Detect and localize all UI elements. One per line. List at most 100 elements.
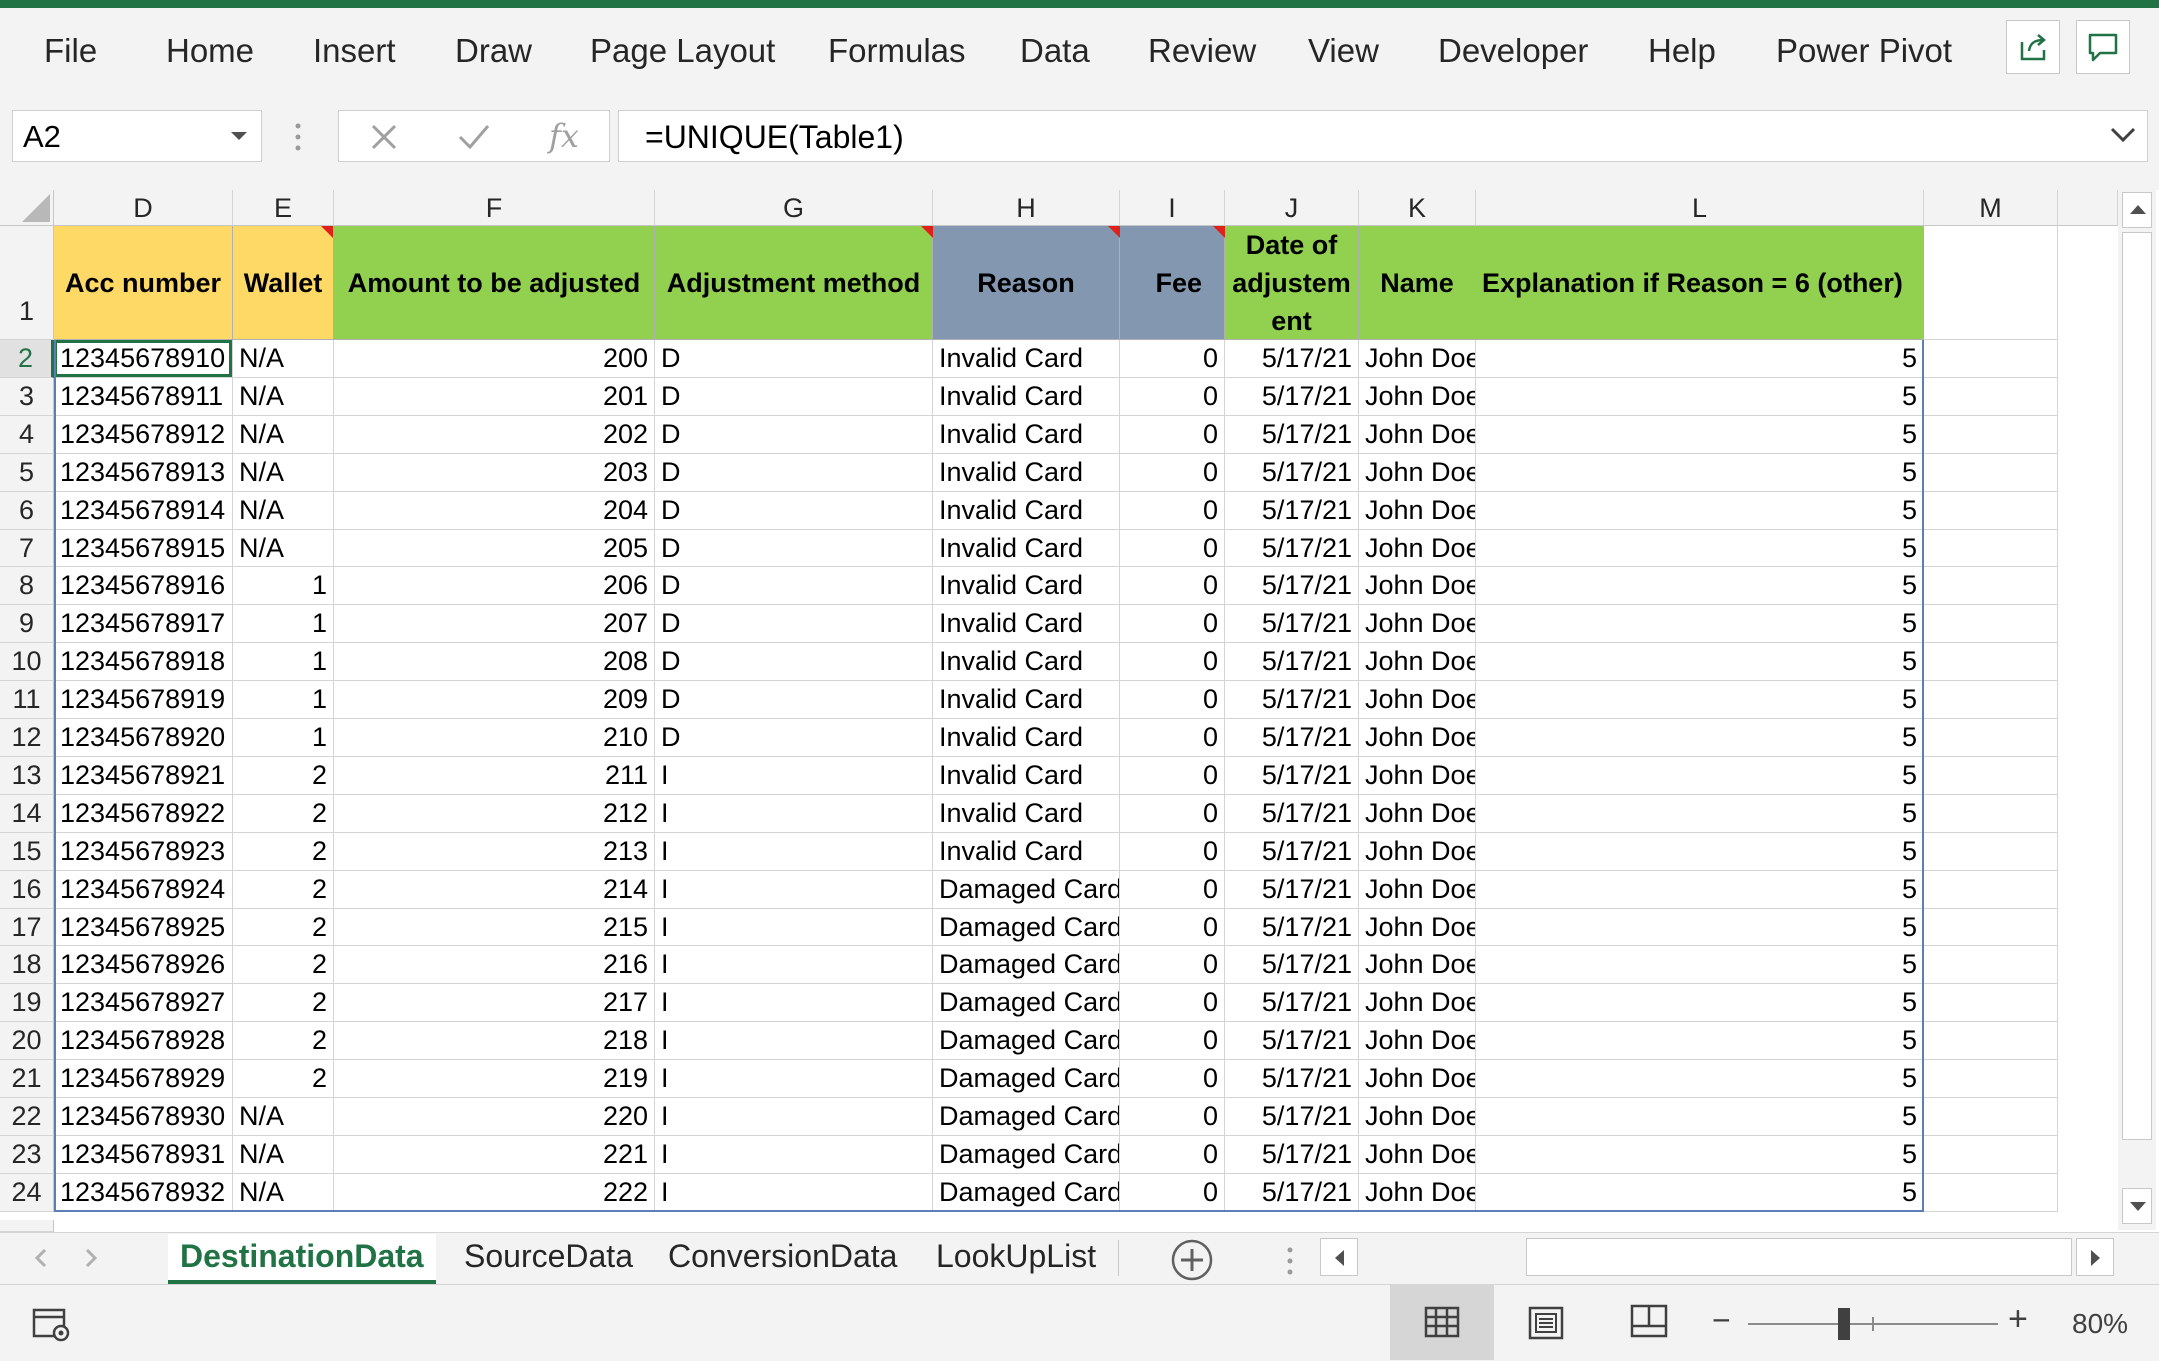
cell-reason[interactable]: Invalid Card	[933, 757, 1120, 795]
tab-review[interactable]: Review	[1148, 32, 1256, 70]
cell-wallet[interactable]: 2	[233, 909, 334, 946]
cell-reason[interactable]: Damaged Card	[933, 1136, 1120, 1174]
column-header-f[interactable]: F	[334, 190, 655, 226]
cell-name[interactable]: John Doe	[1359, 1136, 1476, 1174]
comment-indicator-reason[interactable]	[1108, 226, 1120, 238]
cell-fee[interactable]: 0	[1120, 340, 1225, 378]
horizontal-scroll-thumb[interactable]	[1526, 1238, 2072, 1276]
cell-acc-number[interactable]: 12345678915	[54, 530, 233, 567]
scroll-down-button[interactable]	[2122, 1188, 2152, 1224]
cell-method[interactable]: I	[655, 946, 933, 984]
cell-wallet[interactable]: 1	[233, 719, 334, 757]
tab-insert[interactable]: Insert	[313, 32, 396, 70]
cell-amount[interactable]: 209	[334, 681, 655, 719]
row-header[interactable]: 4	[0, 416, 54, 454]
cell-empty-m[interactable]	[1924, 1098, 2058, 1136]
scroll-left-button[interactable]	[1320, 1238, 1358, 1276]
cell-method[interactable]: I	[655, 1060, 933, 1098]
cancel-icon[interactable]	[369, 123, 399, 151]
cell-explanation[interactable]: 5	[1476, 416, 1924, 454]
cell-reason[interactable]: Invalid Card	[933, 567, 1120, 605]
cell-empty-m[interactable]	[1924, 1174, 2058, 1212]
column-header-e[interactable]: E	[233, 190, 334, 226]
header-reason[interactable]: Reason	[933, 226, 1120, 340]
cell-name[interactable]: John Doe	[1359, 340, 1476, 378]
cell-explanation[interactable]: 5	[1476, 984, 1924, 1022]
cell-fee[interactable]: 0	[1120, 871, 1225, 909]
cell-name[interactable]: John Doe	[1359, 757, 1476, 795]
cell-wallet[interactable]: 1	[233, 605, 334, 643]
cell-acc-number[interactable]: 12345678920	[54, 719, 233, 757]
cell-acc-number[interactable]: 12345678923	[54, 833, 233, 871]
cell-wallet[interactable]: N/A	[233, 1174, 334, 1212]
cell-date[interactable]: 5/17/21	[1225, 530, 1359, 567]
cell-date[interactable]: 5/17/21	[1225, 909, 1359, 946]
cell-amount[interactable]: 214	[334, 871, 655, 909]
column-header-j[interactable]: J	[1225, 190, 1359, 226]
column-header-g[interactable]: G	[655, 190, 933, 226]
cell-reason[interactable]: Damaged Card	[933, 1060, 1120, 1098]
row-header[interactable]: 10	[0, 643, 54, 681]
cell-amount[interactable]: 221	[334, 1136, 655, 1174]
cell-wallet[interactable]: 2	[233, 1022, 334, 1060]
name-box[interactable]: A2	[12, 110, 262, 162]
row-header[interactable]: 3	[0, 378, 54, 416]
cell-name[interactable]: John Doe	[1359, 378, 1476, 416]
cell-wallet[interactable]: N/A	[233, 1136, 334, 1174]
scroll-up-button[interactable]	[2122, 192, 2152, 228]
cell-method[interactable]: I	[655, 984, 933, 1022]
cell-date[interactable]: 5/17/21	[1225, 1060, 1359, 1098]
cell-amount[interactable]: 204	[334, 492, 655, 530]
insert-function-icon[interactable]: fx	[549, 117, 579, 155]
cell-acc-number[interactable]: 12345678919	[54, 681, 233, 719]
cell-method[interactable]: I	[655, 795, 933, 833]
cell-date[interactable]: 5/17/21	[1225, 605, 1359, 643]
cell-amount[interactable]: 220	[334, 1098, 655, 1136]
comment-indicator-fee[interactable]	[1213, 226, 1225, 238]
row-header[interactable]: 16	[0, 871, 54, 909]
header-adjustment-method[interactable]: Adjustment method	[655, 226, 933, 340]
cell-empty-m[interactable]	[1924, 1022, 2058, 1060]
column-header-d[interactable]: D	[54, 190, 233, 226]
cell-fee[interactable]: 0	[1120, 567, 1225, 605]
prev-sheet-icon[interactable]	[34, 1248, 48, 1268]
cell-acc-number[interactable]: 12345678921	[54, 757, 233, 795]
cell-explanation[interactable]: 5	[1476, 871, 1924, 909]
page-break-preview-icon[interactable]	[1630, 1304, 1668, 1338]
cell-acc-number[interactable]: 12345678932	[54, 1174, 233, 1212]
cell-method[interactable]: D	[655, 567, 933, 605]
chevron-down-icon[interactable]	[229, 129, 249, 143]
cell-reason[interactable]: Invalid Card	[933, 492, 1120, 530]
cell-reason[interactable]: Invalid Card	[933, 530, 1120, 567]
cell-explanation[interactable]: 5	[1476, 1098, 1924, 1136]
cell-explanation[interactable]: 5	[1476, 378, 1924, 416]
row-header[interactable]: 5	[0, 454, 54, 492]
cell-acc-number[interactable]: 12345678931	[54, 1136, 233, 1174]
cell-fee[interactable]: 0	[1120, 681, 1225, 719]
row-header[interactable]: 9	[0, 605, 54, 643]
tab-home[interactable]: Home	[166, 32, 254, 70]
cell-empty-m[interactable]	[1924, 378, 2058, 416]
row-header[interactable]: 22	[0, 1098, 54, 1136]
cell-name[interactable]: John Doe	[1359, 1174, 1476, 1212]
zoom-out-button[interactable]: −	[1712, 1302, 1731, 1339]
cell-date[interactable]: 5/17/21	[1225, 1098, 1359, 1136]
zoom-slider-thumb[interactable]	[1838, 1308, 1850, 1340]
expand-formula-bar-icon[interactable]	[2109, 125, 2137, 145]
tab-data[interactable]: Data	[1020, 32, 1090, 70]
cell-explanation[interactable]: 5	[1476, 1022, 1924, 1060]
cell-wallet[interactable]: N/A	[233, 492, 334, 530]
cell-name[interactable]: John Doe	[1359, 681, 1476, 719]
column-header-l[interactable]: L	[1476, 190, 1924, 226]
cell-acc-number[interactable]: 12345678910	[54, 340, 233, 378]
cell-date[interactable]: 5/17/21	[1225, 681, 1359, 719]
header-date[interactable]: Date of adjustem ent	[1225, 226, 1359, 340]
cell-acc-number[interactable]: 12345678926	[54, 946, 233, 984]
cell-name[interactable]: John Doe	[1359, 909, 1476, 946]
row-header[interactable]: 14	[0, 795, 54, 833]
cell-explanation[interactable]: 5	[1476, 1174, 1924, 1212]
row-header[interactable]: 11	[0, 681, 54, 719]
cell-date[interactable]: 5/17/21	[1225, 416, 1359, 454]
cell-fee[interactable]: 0	[1120, 492, 1225, 530]
cell-empty-m[interactable]	[1924, 567, 2058, 605]
